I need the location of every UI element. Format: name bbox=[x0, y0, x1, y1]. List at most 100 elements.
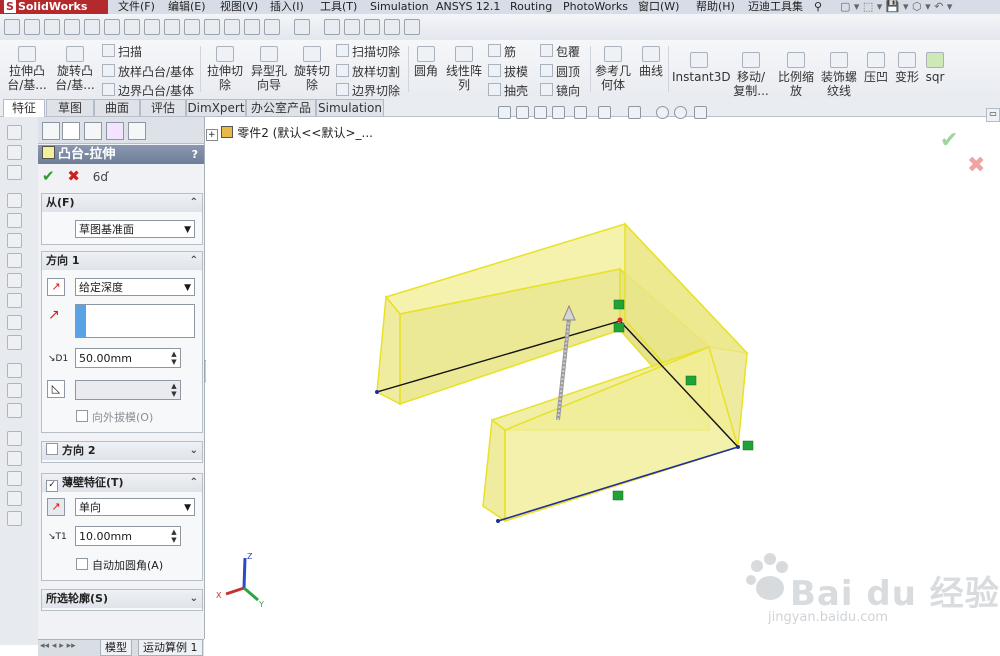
coord-icon[interactable] bbox=[244, 19, 260, 35]
spinner-icon[interactable]: ▲ ▼ bbox=[169, 528, 179, 544]
ok-check-icon[interactable]: ✔ bbox=[42, 167, 55, 185]
pin-icon[interactable]: ⚲ bbox=[814, 0, 822, 13]
wrap-button[interactable]: 包覆 bbox=[540, 44, 580, 59]
thin-feature-header[interactable]: ✓ 薄壁特征(T) ⌃ bbox=[42, 474, 202, 492]
menu-ansys[interactable]: ANSYS 12.1 bbox=[436, 0, 500, 13]
sketch-endpoint[interactable] bbox=[375, 390, 379, 394]
reference-geometry-button[interactable]: 参考几 何体 bbox=[593, 46, 633, 92]
menu-help[interactable]: 帮助(H) bbox=[696, 0, 735, 13]
menu-view[interactable]: 视图(V) bbox=[220, 0, 258, 13]
deform-button[interactable]: 变形 bbox=[893, 52, 921, 84]
expand-chevron-icon[interactable]: ⌄ bbox=[190, 590, 198, 608]
collapse-chevron-icon[interactable]: ⌃ bbox=[190, 252, 198, 270]
revolve-tool-icon[interactable] bbox=[7, 165, 22, 180]
from-header[interactable]: 从(F) ⌃ bbox=[42, 194, 202, 212]
expand-chevron-icon[interactable]: ⌄ bbox=[190, 442, 198, 460]
thin-feature-checkbox[interactable]: ✓ bbox=[46, 480, 58, 492]
tab-features[interactable]: 特征 bbox=[3, 99, 45, 117]
spinner-icon[interactable]: ▲ ▼ bbox=[169, 350, 179, 366]
quick-access-icons[interactable]: ▢ ▾ ⬚ ▾ 💾 ▾ ⬡ ▾ ↶ ▾ bbox=[840, 0, 952, 13]
appearance-icon[interactable] bbox=[404, 19, 420, 35]
menu-insert[interactable]: 插入(I) bbox=[270, 0, 304, 13]
hole-tool-icon[interactable] bbox=[7, 213, 22, 228]
sketch-endpoint[interactable] bbox=[736, 445, 740, 449]
direction-selection-box[interactable] bbox=[75, 304, 195, 338]
menu-tools[interactable]: 工具(T) bbox=[320, 0, 357, 13]
helix-tool-icon[interactable] bbox=[7, 451, 22, 466]
axis-icon[interactable] bbox=[204, 19, 220, 35]
dome-button[interactable]: 圆顶 bbox=[540, 64, 580, 79]
draft-toggle-button[interactable]: ◺ bbox=[47, 380, 65, 398]
point-icon[interactable] bbox=[224, 19, 240, 35]
curves-button[interactable]: 曲线 bbox=[636, 46, 666, 78]
format-icon[interactable] bbox=[24, 19, 40, 35]
preview-glasses-icon[interactable]: 6ɗ bbox=[93, 170, 109, 184]
loft-boss-button[interactable]: 放样凸台/基体 bbox=[102, 64, 194, 79]
axis-tool-icon[interactable] bbox=[7, 383, 22, 398]
instant3d-button[interactable]: Instant3D bbox=[672, 52, 731, 84]
table-icon[interactable] bbox=[124, 19, 140, 35]
thin-reverse-button[interactable]: ↗ bbox=[47, 498, 65, 516]
cut-tool-icon[interactable] bbox=[7, 193, 22, 208]
split-tool-icon[interactable] bbox=[7, 471, 22, 486]
reverse-direction-button[interactable]: ↗ bbox=[47, 278, 65, 296]
draft-button[interactable]: 拔模 bbox=[488, 64, 528, 79]
sweep-cut-button[interactable]: 扫描切除 bbox=[336, 44, 400, 59]
revolve-boss-button[interactable]: 旋转凸 台/基... bbox=[52, 46, 98, 92]
extrude-cut-button[interactable]: 拉伸切 除 bbox=[204, 46, 246, 92]
shell-tool-icon[interactable] bbox=[7, 293, 22, 308]
rebuild-icon[interactable] bbox=[294, 19, 310, 35]
tab-motion-study[interactable]: 运动算例 1 bbox=[138, 640, 203, 656]
feature-manager-icon[interactable] bbox=[42, 122, 60, 140]
pattern-tool-icon[interactable] bbox=[7, 315, 22, 330]
menu-maidi-tools[interactable]: 迈迪工具集 bbox=[748, 0, 803, 13]
property-manager-icon[interactable] bbox=[62, 122, 80, 140]
depth-input[interactable]: 50.00mm ▲ ▼ bbox=[75, 348, 181, 368]
fillet-button[interactable]: 圆角 bbox=[411, 46, 441, 78]
chamfer-tool-icon[interactable] bbox=[7, 253, 22, 268]
hole-wizard-button[interactable]: 异型孔 向导 bbox=[248, 46, 290, 92]
spellcheck-icon[interactable] bbox=[4, 19, 20, 35]
configuration-manager-icon[interactable] bbox=[84, 122, 102, 140]
rib-tool-icon[interactable] bbox=[7, 273, 22, 288]
tab-evaluate[interactable]: 评估 bbox=[140, 99, 186, 116]
menu-window[interactable]: 窗口(W) bbox=[638, 0, 679, 13]
curve-tool-icon[interactable] bbox=[7, 431, 22, 446]
direction2-checkbox[interactable] bbox=[46, 443, 58, 455]
relation-icon[interactable] bbox=[264, 19, 280, 35]
tab-model[interactable]: 模型 bbox=[100, 640, 132, 656]
no-entry-icon[interactable] bbox=[364, 19, 380, 35]
linear-pattern-button[interactable]: 线性阵 列 bbox=[444, 46, 484, 92]
sketch-endpoint[interactable] bbox=[496, 519, 500, 523]
menu-edit[interactable]: 编辑(E) bbox=[168, 0, 206, 13]
direction1-header[interactable]: 方向 1 ⌃ bbox=[42, 252, 202, 270]
collapse-chevron-icon[interactable]: ⌃ bbox=[190, 194, 198, 212]
move-tool-icon[interactable] bbox=[7, 491, 22, 506]
mirror-button[interactable]: 镜向 bbox=[540, 83, 580, 98]
tab-surfaces[interactable]: 曲面 bbox=[94, 99, 140, 116]
dimension-icon[interactable] bbox=[84, 19, 100, 35]
end-condition-select[interactable]: 给定深度 ▼ bbox=[75, 278, 195, 296]
tab-scroll-arrows-icon[interactable]: ◂◂ ◂ ▸ ▸▸ bbox=[40, 641, 76, 651]
sketch-endpoint[interactable] bbox=[617, 317, 623, 323]
menu-photoworks[interactable]: PhotoWorks bbox=[563, 0, 628, 13]
boundary-boss-button[interactable]: 边界凸台/基体 bbox=[102, 83, 194, 98]
selected-contours-header[interactable]: 所选轮廓(S) ⌄ bbox=[42, 590, 202, 608]
sketch-tool-icon[interactable] bbox=[7, 125, 22, 140]
sqr-button[interactable]: sqr bbox=[922, 52, 948, 84]
fillet-tool-icon[interactable] bbox=[7, 233, 22, 248]
help-icon[interactable]: ? bbox=[192, 145, 198, 164]
boundary-cut-button[interactable]: 边界切除 bbox=[336, 83, 400, 98]
tab-sketch[interactable]: 草图 bbox=[46, 99, 94, 116]
auto-fillet-checkbox[interactable]: 自动加圆角(A) bbox=[76, 558, 163, 573]
tab-dimxpert[interactable]: DimXpert bbox=[186, 99, 246, 116]
tab-simulation[interactable]: Simulation bbox=[316, 99, 384, 116]
cancel-x-icon[interactable]: ✖ bbox=[67, 167, 80, 185]
plane-tool-icon[interactable] bbox=[7, 363, 22, 378]
display-manager-icon[interactable] bbox=[128, 122, 146, 140]
check-icon[interactable] bbox=[384, 19, 400, 35]
menu-simulation[interactable]: Simulation bbox=[370, 0, 429, 13]
menu-file[interactable]: 文件(F) bbox=[118, 0, 155, 13]
extrude-tool-icon[interactable] bbox=[7, 145, 22, 160]
option-icon[interactable] bbox=[324, 19, 340, 35]
